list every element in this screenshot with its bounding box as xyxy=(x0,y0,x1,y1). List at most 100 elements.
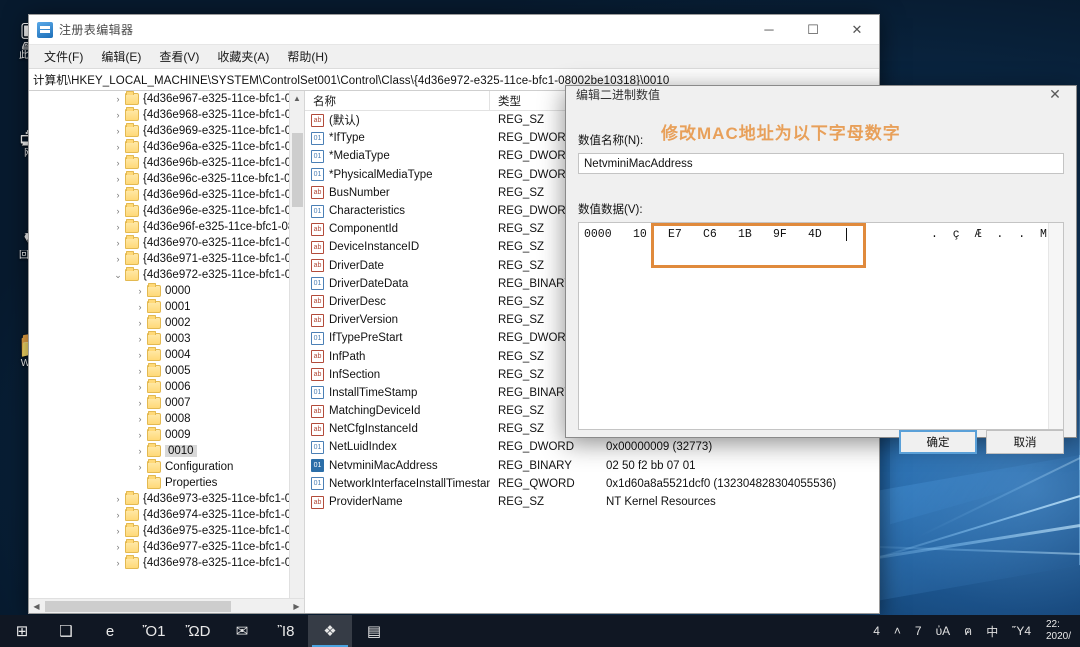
menu-favorites[interactable]: 收藏夹(A) xyxy=(208,46,278,67)
tree-item[interactable]: › 0001 xyxy=(29,299,304,315)
close-button[interactable]: ✕ xyxy=(835,15,879,44)
value-name-input[interactable]: NetvminiMacAddress xyxy=(578,153,1064,174)
tree-item[interactable]: › {4d36e970-e325-11ce-bfc1-08 xyxy=(29,235,304,251)
tree-item[interactable]: › 0003 xyxy=(29,331,304,347)
tree-scroll-thumb[interactable] xyxy=(292,133,303,207)
tree-item[interactable]: › {4d36e971-e325-11ce-bfc1-08 xyxy=(29,251,304,267)
tree-expander-icon[interactable]: › xyxy=(111,222,125,232)
hex-byte[interactable]: E7 xyxy=(668,228,703,241)
tree-item[interactable]: › {4d36e96e-e325-11ce-bfc1-08 xyxy=(29,203,304,219)
tree-expander-icon[interactable]: › xyxy=(133,286,147,296)
menu-help[interactable]: 帮助(H) xyxy=(278,46,337,67)
tree-item[interactable]: › 0006 xyxy=(29,379,304,395)
tree-expander-icon[interactable]: › xyxy=(133,446,147,456)
value-row[interactable]: 01 NetvminiMacAddress REG_BINARY 02 50 f2 b… xyxy=(305,457,879,475)
tree-item[interactable]: › {4d36e96f-e325-11ce-bfc1-08 xyxy=(29,219,304,235)
hex-byte[interactable]: 9F xyxy=(773,228,808,241)
hex-byte[interactable]: 4D xyxy=(808,228,843,241)
tree-item[interactable]: › 0009 xyxy=(29,427,304,443)
menu-edit[interactable]: 编辑(E) xyxy=(92,46,150,67)
hex-byte[interactable]: 10 xyxy=(633,228,668,241)
column-header-name[interactable]: 名称 xyxy=(305,91,490,110)
tree-expander-icon[interactable]: › xyxy=(133,430,147,440)
value-row[interactable]: ab ProviderName REG_SZ NT Kernel Resources xyxy=(305,493,879,511)
tree-item[interactable]: › {4d36e978-e325-11ce-bfc1-08 xyxy=(29,555,304,571)
tree-expander-icon[interactable]: › xyxy=(111,526,125,536)
tree-expander-icon[interactable]: › xyxy=(111,254,125,264)
tree-item[interactable]: ⌄ {4d36e972-e325-11ce-bfc1-08 xyxy=(29,267,304,283)
tray-people-icon[interactable]: ὆4 xyxy=(866,615,887,647)
taskbar-file-explorer-icon[interactable]: Ὄ1 xyxy=(132,615,176,647)
tree-item[interactable]: › Configuration xyxy=(29,459,304,475)
tree-item[interactable]: Properties xyxy=(29,475,304,491)
tree-expander-icon[interactable]: › xyxy=(133,318,147,328)
tree-item[interactable]: › {4d36e975-e325-11ce-bfc1-08 xyxy=(29,523,304,539)
tray-bluetooth-icon[interactable]: ฅ xyxy=(957,615,979,647)
tree-expander-icon[interactable]: › xyxy=(111,238,125,248)
taskbar-edge-browser-icon[interactable]: e xyxy=(88,615,132,647)
window-titlebar[interactable]: 注册表编辑器 ─ ☐ ✕ xyxy=(29,15,879,45)
hex-bytes[interactable]: 10 E7 C6 1B 9F 4D xyxy=(633,228,843,241)
tree-expander-icon[interactable]: › xyxy=(133,462,147,472)
tree-item[interactable]: › 0010 xyxy=(29,443,304,459)
tree-item[interactable]: › {4d36e973-e325-11ce-bfc1-08 xyxy=(29,491,304,507)
hex-byte[interactable]: C6 xyxy=(703,228,738,241)
menu-view[interactable]: 查看(V) xyxy=(150,46,208,67)
tree-item[interactable]: › 0004 xyxy=(29,347,304,363)
menu-file[interactable]: 文件(F) xyxy=(35,46,92,67)
tree-expander-icon[interactable]: ⌄ xyxy=(111,270,125,281)
tree-expander-icon[interactable]: › xyxy=(111,206,125,216)
taskbar-mail-icon[interactable]: ✉ xyxy=(220,615,264,647)
tray-show-hidden-icons-chevron-icon[interactable]: ˄ xyxy=(887,615,908,647)
tree-horizontal-scrollbar[interactable]: ◀ ▶ xyxy=(29,598,304,613)
registry-tree[interactable]: › {4d36e967-e325-11ce-bfc1-08 › {4d36e968-e… xyxy=(29,91,304,598)
taskbar-clock[interactable]: 22: 2020/ xyxy=(1038,615,1080,647)
hex-scrollbar[interactable] xyxy=(1048,223,1063,429)
tree-item[interactable]: › 0007 xyxy=(29,395,304,411)
tree-expander-icon[interactable]: › xyxy=(111,510,125,520)
taskbar-paint-icon[interactable]: Ἲ8 xyxy=(264,615,308,647)
taskbar-microsoft-store-icon[interactable]: ὬD xyxy=(176,615,220,647)
value-row[interactable]: 01 NetworkInterfaceInstallTimestamp REG_QW… xyxy=(305,475,879,493)
tree-item[interactable]: › {4d36e96a-e325-11ce-bfc1-08 xyxy=(29,139,304,155)
tree-item[interactable]: › {4d36e967-e325-11ce-bfc1-08 xyxy=(29,91,304,107)
tree-expander-icon[interactable]: › xyxy=(111,142,125,152)
tree-item[interactable]: › {4d36e974-e325-11ce-bfc1-08 xyxy=(29,507,304,523)
tree-expander-icon[interactable]: › xyxy=(111,110,125,120)
scroll-up-icon[interactable]: ▲ xyxy=(290,91,304,106)
tree-expander-icon[interactable]: › xyxy=(133,334,147,344)
tree-expander-icon[interactable]: › xyxy=(111,542,125,552)
tree-expander-icon[interactable]: › xyxy=(111,558,125,568)
tree-expander-icon[interactable]: › xyxy=(111,190,125,200)
scroll-left-icon[interactable]: ◀ xyxy=(29,602,44,611)
tree-item[interactable]: › 0002 xyxy=(29,315,304,331)
tray-volume-icon[interactable]: ὐA xyxy=(929,615,958,647)
cancel-button[interactable]: 取消 xyxy=(986,430,1064,454)
tree-item[interactable]: › 0000 xyxy=(29,283,304,299)
tray-ime-language-icon[interactable]: 中 xyxy=(979,615,1005,647)
tree-item[interactable]: › {4d36e969-e325-11ce-bfc1-08 xyxy=(29,123,304,139)
taskbar-start-icon[interactable]: ⊞ xyxy=(0,615,44,647)
tree-expander-icon[interactable]: › xyxy=(111,94,125,104)
tree-item[interactable]: › {4d36e96b-e325-11ce-bfc1-08 xyxy=(29,155,304,171)
scroll-right-icon[interactable]: ▶ xyxy=(289,602,304,611)
tree-expander-icon[interactable]: › xyxy=(111,126,125,136)
tree-item[interactable]: › 0008 xyxy=(29,411,304,427)
tree-item[interactable]: › 0005 xyxy=(29,363,304,379)
tray-network-icon[interactable]: ὚7 xyxy=(908,615,929,647)
dialog-close-icon[interactable]: ✕ xyxy=(1034,86,1076,103)
tree-expander-icon[interactable]: › xyxy=(133,398,147,408)
tray-action-center-icon[interactable]: Ὕ4 xyxy=(1005,615,1038,647)
tree-item[interactable]: › {4d36e96c-e325-11ce-bfc1-08 xyxy=(29,171,304,187)
tree-expander-icon[interactable]: › xyxy=(111,494,125,504)
tree-expander-icon[interactable]: › xyxy=(133,350,147,360)
hex-byte[interactable]: 1B xyxy=(738,228,773,241)
tree-expander-icon[interactable]: › xyxy=(133,302,147,312)
tree-item[interactable]: › {4d36e968-e325-11ce-bfc1-08 xyxy=(29,107,304,123)
tree-expander-icon[interactable]: › xyxy=(133,382,147,392)
tree-expander-icon[interactable]: › xyxy=(111,174,125,184)
taskbar-vmware-icon[interactable]: ❖ xyxy=(308,615,352,647)
taskbar-registry-editor-icon[interactable]: ▤ xyxy=(352,615,396,647)
hex-row[interactable]: 0000 10 E7 C6 1B 9F 4D . ç Æ . . M xyxy=(579,223,1063,241)
tree-item[interactable]: › {4d36e96d-e325-11ce-bfc1-08 xyxy=(29,187,304,203)
